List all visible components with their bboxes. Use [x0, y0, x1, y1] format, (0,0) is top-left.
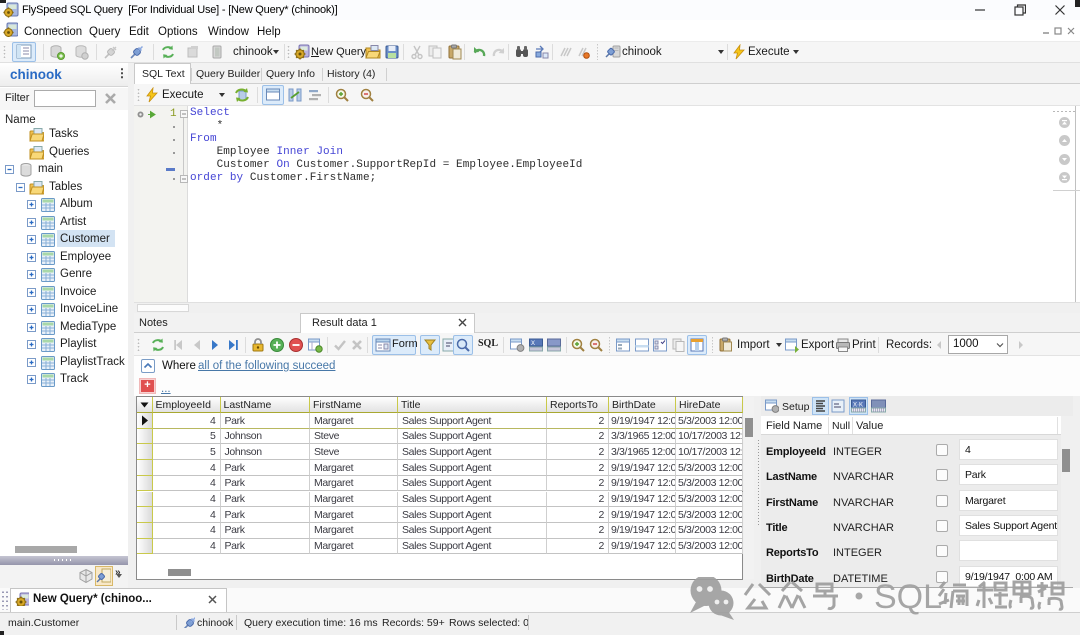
svg-text:X: X [531, 341, 535, 347]
svg-text:SQL: SQL [874, 578, 942, 616]
